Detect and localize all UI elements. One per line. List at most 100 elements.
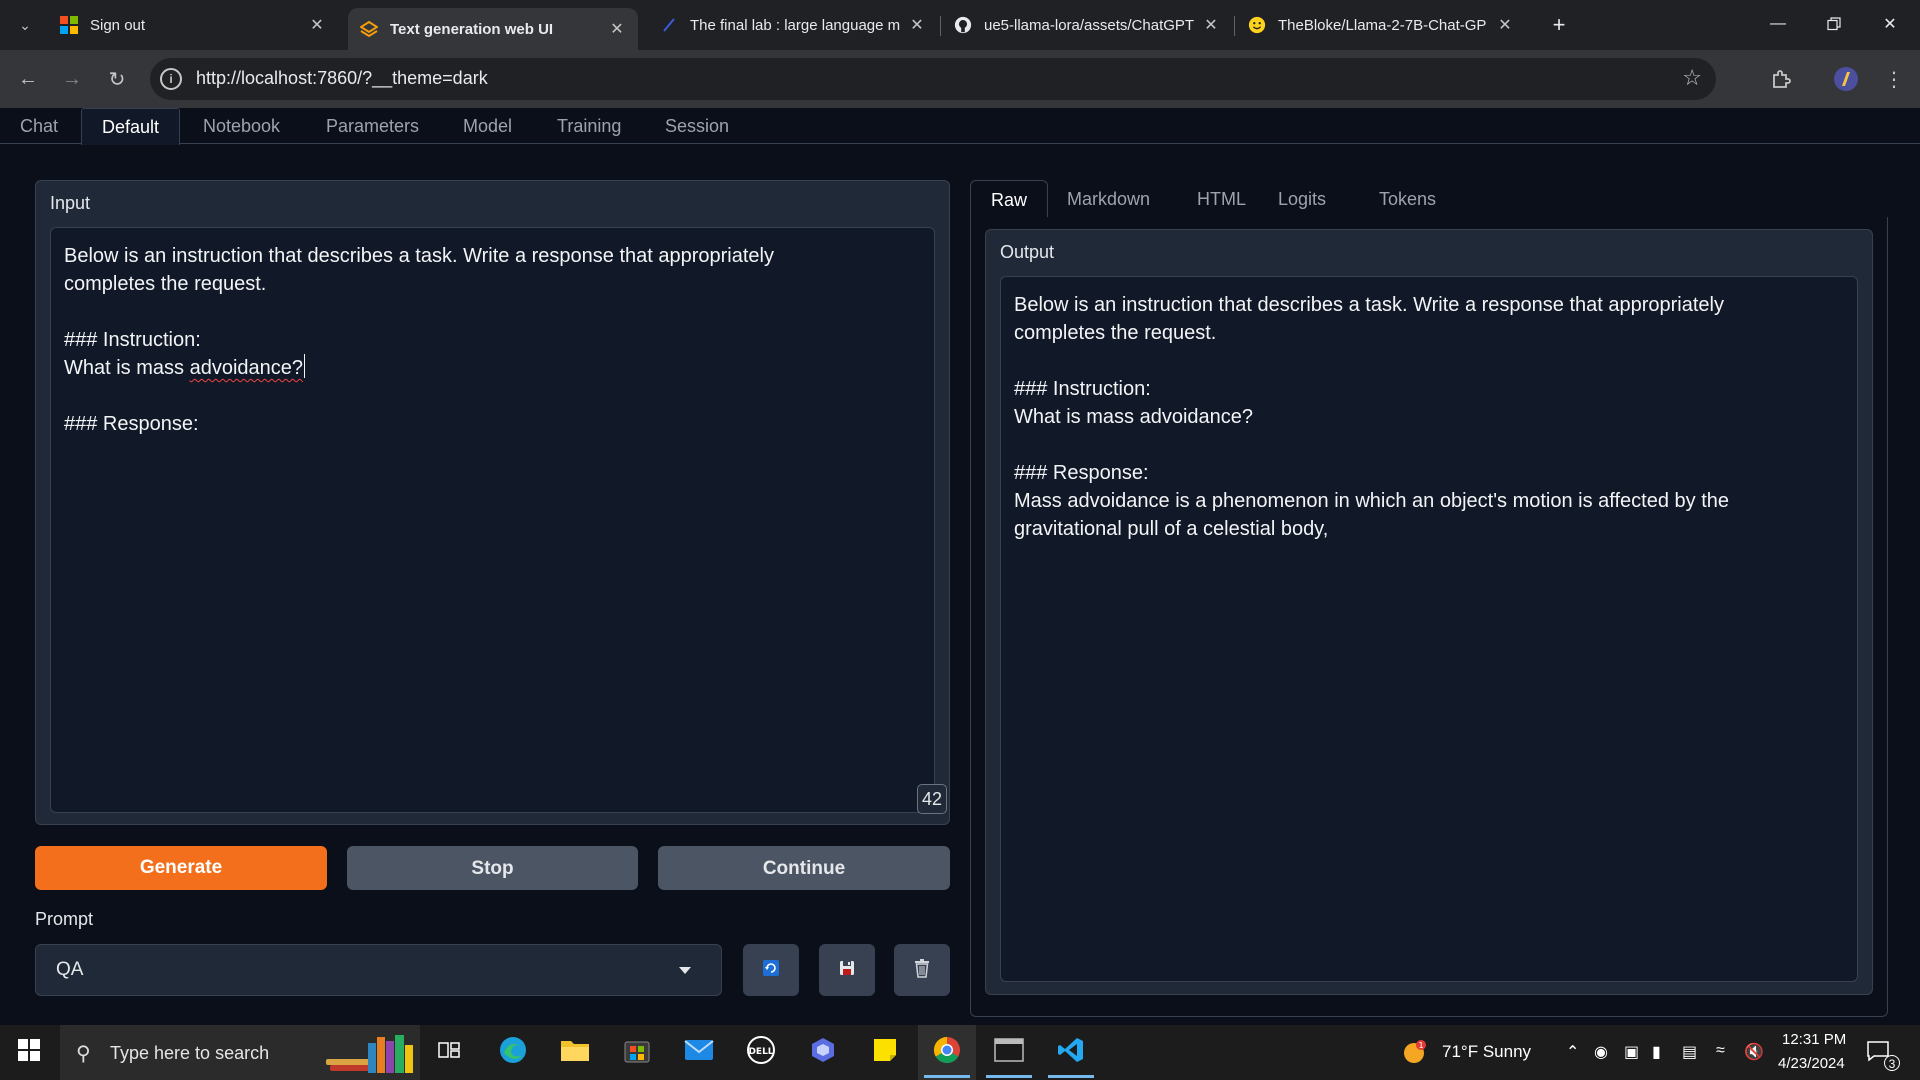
volume-muted-icon[interactable]: 🔇	[1744, 1042, 1764, 1062]
input-textarea[interactable]: Below is an instruction that describes a…	[50, 227, 935, 813]
task-view-button[interactable]	[420, 1025, 478, 1080]
close-window-icon[interactable]: ✕	[1862, 0, 1918, 48]
weather-sun-icon[interactable]: 1	[1402, 1039, 1428, 1070]
minimize-icon[interactable]: —	[1750, 0, 1806, 48]
extensions-puzzle-icon[interactable]	[1765, 63, 1797, 95]
copilot-hexagon-icon	[809, 1036, 837, 1069]
prompt-dropdown[interactable]: QA	[35, 944, 722, 996]
record-icon[interactable]: ◉	[1594, 1042, 1608, 1062]
textgen-logo-icon	[360, 20, 378, 38]
continue-button[interactable]: Continue	[658, 846, 950, 890]
tab-markdown[interactable]: Markdown	[1047, 180, 1170, 218]
svg-text:1: 1	[1418, 1041, 1423, 1050]
profile-avatar-icon[interactable]	[1830, 63, 1862, 95]
close-tab-icon[interactable]: ✕	[1494, 15, 1516, 35]
url-text[interactable]: http://localhost:7860/?__theme=dark	[196, 68, 488, 89]
display-icon[interactable]: ▤	[1682, 1042, 1697, 1062]
prompt-label: Prompt	[35, 909, 94, 929]
site-info-icon[interactable]: i	[160, 68, 182, 90]
taskbar-copilot[interactable]	[794, 1025, 852, 1080]
tab-notebook[interactable]: Notebook	[183, 108, 300, 144]
store-icon	[623, 1036, 651, 1069]
tab-logits[interactable]: Logits	[1258, 180, 1346, 218]
mail-envelope-icon	[684, 1039, 714, 1066]
input-line: Below is an instruction that describes a…	[64, 245, 774, 267]
search-icon: ⚲	[76, 1043, 91, 1065]
taskbar-search-box[interactable]: ⚲ Type here to search	[60, 1025, 420, 1080]
books-search-highlight-icon	[320, 1031, 420, 1080]
tab-html[interactable]: HTML	[1177, 180, 1266, 218]
taskbar-dell[interactable]: DELL	[732, 1025, 790, 1080]
input-panel: Input Below is an instruction that descr…	[35, 180, 950, 825]
meet-now-icon[interactable]: ▣	[1624, 1042, 1639, 1062]
tab-tokens[interactable]: Tokens	[1359, 180, 1456, 218]
close-tab-icon[interactable]: ✕	[906, 15, 928, 35]
close-tab-icon[interactable]: ✕	[1200, 15, 1222, 35]
task-view-icon	[438, 1040, 460, 1065]
save-button[interactable]	[819, 944, 875, 996]
browser-tab-final-lab[interactable]: The final lab : large language m ✕	[648, 8, 938, 42]
edge-browser-icon	[498, 1035, 528, 1070]
output-textarea[interactable]: Below is an instruction that describes a…	[1000, 276, 1858, 982]
browser-menu-icon[interactable]: ⋮	[1878, 63, 1910, 95]
taskbar-mail[interactable]	[670, 1025, 728, 1080]
huggingface-icon	[1248, 16, 1266, 34]
taskbar-microsoft-store[interactable]	[608, 1025, 666, 1080]
restore-icon[interactable]	[1806, 0, 1862, 48]
stop-button[interactable]: Stop	[347, 846, 638, 890]
tab-chat[interactable]: Chat	[0, 108, 78, 144]
delete-button[interactable]	[894, 944, 950, 996]
taskbar-edge[interactable]	[484, 1025, 542, 1080]
bookmark-star-icon[interactable]: ☆	[1682, 65, 1702, 91]
tab-title: Sign out	[90, 16, 146, 34]
browser-tab-strip: ⌄ Sign out ✕ Text generation web UI ✕ Th…	[0, 0, 1920, 50]
tab-title: The final lab : large language m	[690, 16, 901, 34]
svg-text:DELL: DELL	[748, 1047, 773, 1057]
address-bar[interactable]: i http://localhost:7860/?__theme=dark ☆	[150, 58, 1716, 100]
windows-logo-icon	[18, 1039, 40, 1066]
close-tab-icon[interactable]: ✕	[606, 19, 628, 39]
dell-logo-icon: DELL	[746, 1035, 776, 1070]
clock-date[interactable]: 4/23/2024	[1778, 1055, 1845, 1072]
weather-text[interactable]: 71°F Sunny	[1442, 1042, 1531, 1062]
new-tab-plus-icon[interactable]: +	[1544, 10, 1574, 40]
vscode-icon	[1057, 1036, 1085, 1069]
refresh-button[interactable]	[743, 944, 799, 996]
prompt-value: QA	[56, 959, 84, 980]
taskbar-vscode[interactable]	[1042, 1025, 1100, 1080]
input-line: ### Response:	[64, 413, 199, 435]
generate-button[interactable]: Generate	[35, 846, 327, 890]
output-panel: Output Below is an instruction that desc…	[985, 229, 1873, 995]
forward-arrow-icon[interactable]: →	[56, 63, 88, 95]
wifi-icon[interactable]: ≈	[1716, 1042, 1725, 1060]
browser-tab-github[interactable]: ue5-llama-lora/assets/ChatGPT ✕	[942, 8, 1232, 42]
tab-raw[interactable]: Raw	[970, 180, 1049, 219]
folder-icon	[560, 1037, 590, 1068]
token-counter: 42	[917, 784, 947, 814]
taskbar-sticky-notes[interactable]	[856, 1025, 914, 1080]
tab-parameters[interactable]: Parameters	[306, 108, 439, 144]
back-arrow-icon[interactable]: ←	[12, 63, 44, 95]
browser-tab-text-generation[interactable]: Text generation web UI ✕	[348, 8, 638, 50]
refresh-icon	[762, 959, 780, 982]
text-caret	[304, 354, 306, 378]
floppy-disk-icon	[838, 959, 856, 982]
close-tab-icon[interactable]: ✕	[306, 15, 328, 35]
taskbar-terminal[interactable]	[980, 1025, 1038, 1080]
clock-time[interactable]: 12:31 PM	[1782, 1031, 1846, 1048]
tab-training[interactable]: Training	[537, 108, 641, 144]
dropdown-arrow-icon	[679, 967, 691, 974]
reload-icon[interactable]: ↻	[101, 63, 133, 95]
browser-tab-huggingface[interactable]: TheBloke/Llama-2-7B-Chat-GP ✕	[1236, 8, 1526, 42]
chevron-up-icon[interactable]: ⌃	[1566, 1042, 1579, 1062]
tab-title: ue5-llama-lora/assets/ChatGPT	[984, 16, 1195, 34]
tab-search-chevron-icon[interactable]: ⌄	[10, 12, 40, 38]
browser-tab-sign-out[interactable]: Sign out ✕	[48, 8, 338, 42]
taskbar-chrome[interactable]	[918, 1025, 976, 1080]
tab-model[interactable]: Model	[443, 108, 532, 144]
battery-icon[interactable]: ▮	[1652, 1042, 1661, 1062]
start-button[interactable]	[0, 1025, 58, 1080]
taskbar-file-explorer[interactable]	[546, 1025, 604, 1080]
tab-default[interactable]: Default	[81, 108, 181, 145]
tab-session[interactable]: Session	[645, 108, 749, 144]
